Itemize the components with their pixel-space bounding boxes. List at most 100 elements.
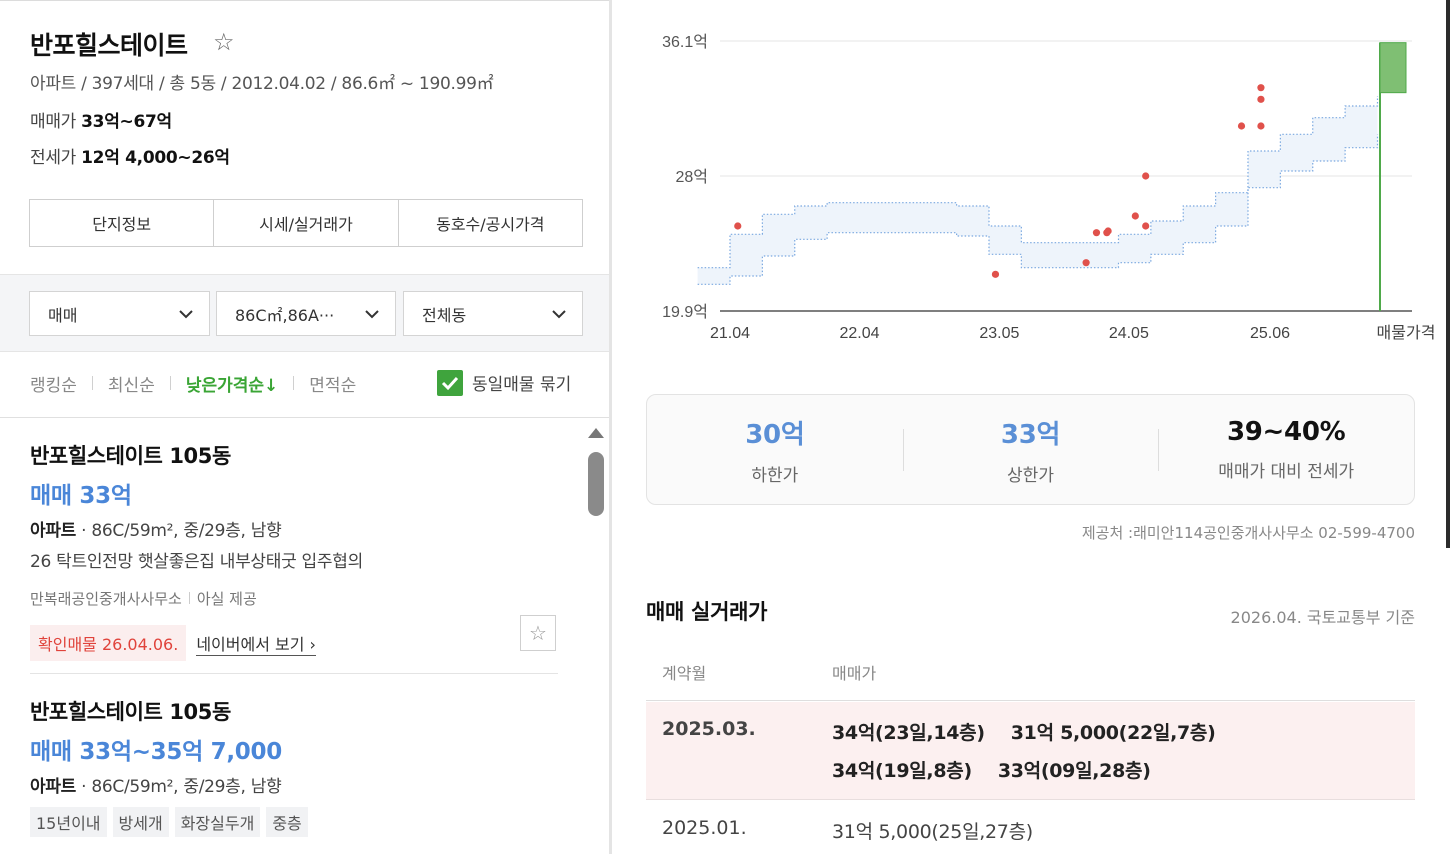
chart-price-band bbox=[697, 96, 1379, 285]
area-value: 86C㎡,86A··· bbox=[235, 305, 335, 325]
chart-x-axis: 21.04 22.04 23.05 24.05 25.06 매물가격 bbox=[710, 324, 1435, 342]
trade-type-select[interactable]: 매매 bbox=[29, 291, 210, 336]
view-on-naver-link[interactable]: 네이버에서 보기 › bbox=[196, 631, 316, 656]
price-entry: 34억(19일,8층) bbox=[832, 760, 972, 782]
complex-title: 반포힐스테이트 bbox=[30, 31, 188, 60]
jeonse-price-value: 12억 4,000~26억 bbox=[81, 148, 230, 168]
divider bbox=[188, 592, 190, 604]
y-tick-label: 28억 bbox=[675, 168, 708, 186]
sort-latest[interactable]: 최신순 bbox=[108, 371, 155, 396]
sort-area[interactable]: 면적순 bbox=[309, 371, 356, 396]
x-tick-label-listing: 매물가격 bbox=[1377, 324, 1436, 342]
x-tick-label: 25.06 bbox=[1250, 325, 1290, 342]
sort-low-price[interactable]: 낮은가격순↓ bbox=[186, 371, 278, 396]
sort-options: 랭킹순 최신순 낮은가격순↓ 면적순 bbox=[30, 368, 356, 398]
transaction-point bbox=[1257, 122, 1265, 130]
dong-select[interactable]: 전체동 bbox=[403, 291, 583, 336]
column-header-price: 매매가 bbox=[832, 664, 877, 683]
sale-price-label: 매매가 bbox=[30, 112, 77, 132]
tab-market-price[interactable]: 시세/실거래가 bbox=[214, 200, 399, 246]
group-same-checkbox[interactable] bbox=[437, 370, 463, 396]
transaction-point bbox=[991, 270, 1000, 278]
row-prices: 31억 5,000(25일,27층) bbox=[832, 817, 1059, 844]
check-icon bbox=[441, 376, 459, 391]
divider bbox=[169, 376, 171, 390]
listing-tag: 화장실두개 bbox=[174, 807, 261, 837]
price-entry: 34억(23일,14층) bbox=[832, 722, 985, 744]
chevron-down-icon bbox=[179, 310, 193, 319]
dong-value: 전체동 bbox=[422, 305, 467, 325]
table-row-highlighted bbox=[646, 702, 1415, 800]
x-tick-label: 21.04 bbox=[710, 325, 750, 342]
row-month: 2025.01. bbox=[662, 817, 747, 839]
scrollbar-thumb[interactable] bbox=[588, 452, 604, 516]
chevron-down-icon bbox=[552, 310, 566, 319]
summary-high: 33억 상한가 bbox=[902, 395, 1159, 504]
listing-panel: 반포힐스테이트 ☆ 아파트 / 397세대 / 총 5동 / 2012.04.0… bbox=[0, 0, 612, 854]
transaction-point bbox=[1082, 259, 1090, 267]
listing-spec: 아파트 · 86C/59m², 중/29층, 남향 bbox=[30, 777, 282, 797]
transaction-point bbox=[1257, 84, 1265, 92]
low-price-value: 30억 bbox=[745, 419, 805, 450]
listing-item[interactable]: 반포힐스테이트 105동 매매 33억 아파트 · 86C/59m², 중/29… bbox=[30, 440, 560, 661]
jeonse-ratio-value: 39~40% bbox=[1226, 417, 1346, 447]
listing-name: 반포힐스테이트 105동 bbox=[30, 700, 231, 724]
y-tick-label: 36.1억 bbox=[662, 33, 708, 51]
transaction-point bbox=[1131, 212, 1139, 220]
listing-agent: 만복래공인중개사사무소 아실 제공 bbox=[30, 588, 560, 609]
listing-price-bar bbox=[1379, 42, 1407, 94]
listing-item[interactable]: 반포힐스테이트 105동 매매 33억~35억 7,000 아파트 · 86C/… bbox=[30, 696, 560, 837]
price-entry: 31억 5,000(22일,7층) bbox=[1010, 722, 1216, 744]
area-select[interactable]: 86C㎡,86A··· bbox=[216, 291, 396, 336]
divider bbox=[293, 376, 295, 390]
filter-bar: 매매 86C㎡,86A··· 전체동 bbox=[0, 274, 609, 352]
listing-spec: 아파트 · 86C/59m², 중/29층, 남향 bbox=[30, 521, 282, 541]
y-tick-label: 19.9억 bbox=[662, 303, 708, 321]
listing-spec-detail: 86C/59m², 중/29층, 남향 bbox=[91, 521, 282, 541]
low-price-label: 하한가 bbox=[751, 465, 799, 486]
transaction-point bbox=[1142, 222, 1150, 230]
summary-ratio: 39~40% 매매가 대비 전세가 bbox=[1158, 395, 1414, 504]
x-tick-label: 22.04 bbox=[839, 325, 879, 342]
favorite-star-icon[interactable]: ☆ bbox=[213, 28, 235, 56]
listing-spec-detail: 86C/59m², 중/29층, 남향 bbox=[91, 777, 282, 797]
sort-ranking[interactable]: 랭킹순 bbox=[30, 371, 77, 396]
group-same-label[interactable]: 동일매물 묶기 bbox=[472, 370, 571, 395]
listing-name: 반포힐스테이트 105동 bbox=[30, 444, 231, 468]
tab-complex-info[interactable]: 단지정보 bbox=[30, 200, 215, 246]
section-basis: 2026.04. 국토교통부 기준 bbox=[1230, 608, 1415, 627]
x-tick-label: 23.05 bbox=[979, 325, 1019, 342]
listing-type: 아파트 bbox=[30, 521, 77, 541]
listing-tag: 중층 bbox=[266, 807, 308, 837]
listing-tag: 15년이내 bbox=[30, 807, 107, 837]
tab-unit-public-price[interactable]: 동호수/공시가격 bbox=[399, 200, 582, 246]
jeonse-price-row: 전세가 12억 4,000~26억 bbox=[30, 143, 230, 168]
price-entry: 33억(09일,28층) bbox=[997, 760, 1151, 782]
listing-tags: 15년이내 방세개 화장실두개 중층 bbox=[30, 807, 560, 837]
jeonse-ratio-label: 매매가 대비 전세가 bbox=[1218, 462, 1355, 482]
confirmed-listing-badge: 확인매물 26.04.06. bbox=[30, 625, 187, 661]
jeonse-price-label: 전세가 bbox=[30, 148, 77, 168]
app-window: { "complex": { "name": "반포힐스테이트", "meta"… bbox=[0, 0, 1450, 854]
transaction-point bbox=[734, 222, 742, 230]
column-header-month: 계약월 bbox=[662, 664, 707, 683]
summary-low: 30억 하한가 bbox=[647, 395, 903, 504]
row-prices: 34억(19일,8층) 33억(09일,28층) bbox=[832, 756, 1177, 783]
divider bbox=[0, 417, 609, 418]
listing-deal-price: 매매 33억~35억 7,000 bbox=[30, 739, 282, 765]
listing-description: 26 탁트인전망 햇살좋은집 내부상태굿 입주협의 bbox=[30, 552, 363, 572]
x-tick-label: 24.05 bbox=[1109, 325, 1149, 342]
listing-deal-price: 매매 33억 bbox=[30, 483, 132, 509]
favorite-star-icon[interactable]: ☆ bbox=[520, 615, 556, 651]
scroll-up-arrow-icon[interactable] bbox=[588, 428, 604, 438]
provider-info: 제공처 :래미안114공인중개사사무소 02-599-4700 bbox=[1081, 524, 1415, 542]
transaction-point bbox=[1142, 172, 1150, 180]
listing-source: 아실 제공 bbox=[196, 590, 257, 608]
listing-type: 아파트 bbox=[30, 777, 77, 797]
divider bbox=[91, 376, 93, 390]
price-detail-panel: 36.1억 28억 19.9억 21.04 22.04 23.05 24.05 25.06 매… bbox=[620, 0, 1450, 854]
sale-price-value: 33억~67억 bbox=[81, 112, 172, 132]
listing-tag: 방세개 bbox=[112, 807, 169, 837]
section-title: 매매 실거래가 bbox=[646, 600, 768, 624]
row-prices: 34억(23일,14층) 31억 5,000(22일,7층) bbox=[832, 718, 1242, 745]
